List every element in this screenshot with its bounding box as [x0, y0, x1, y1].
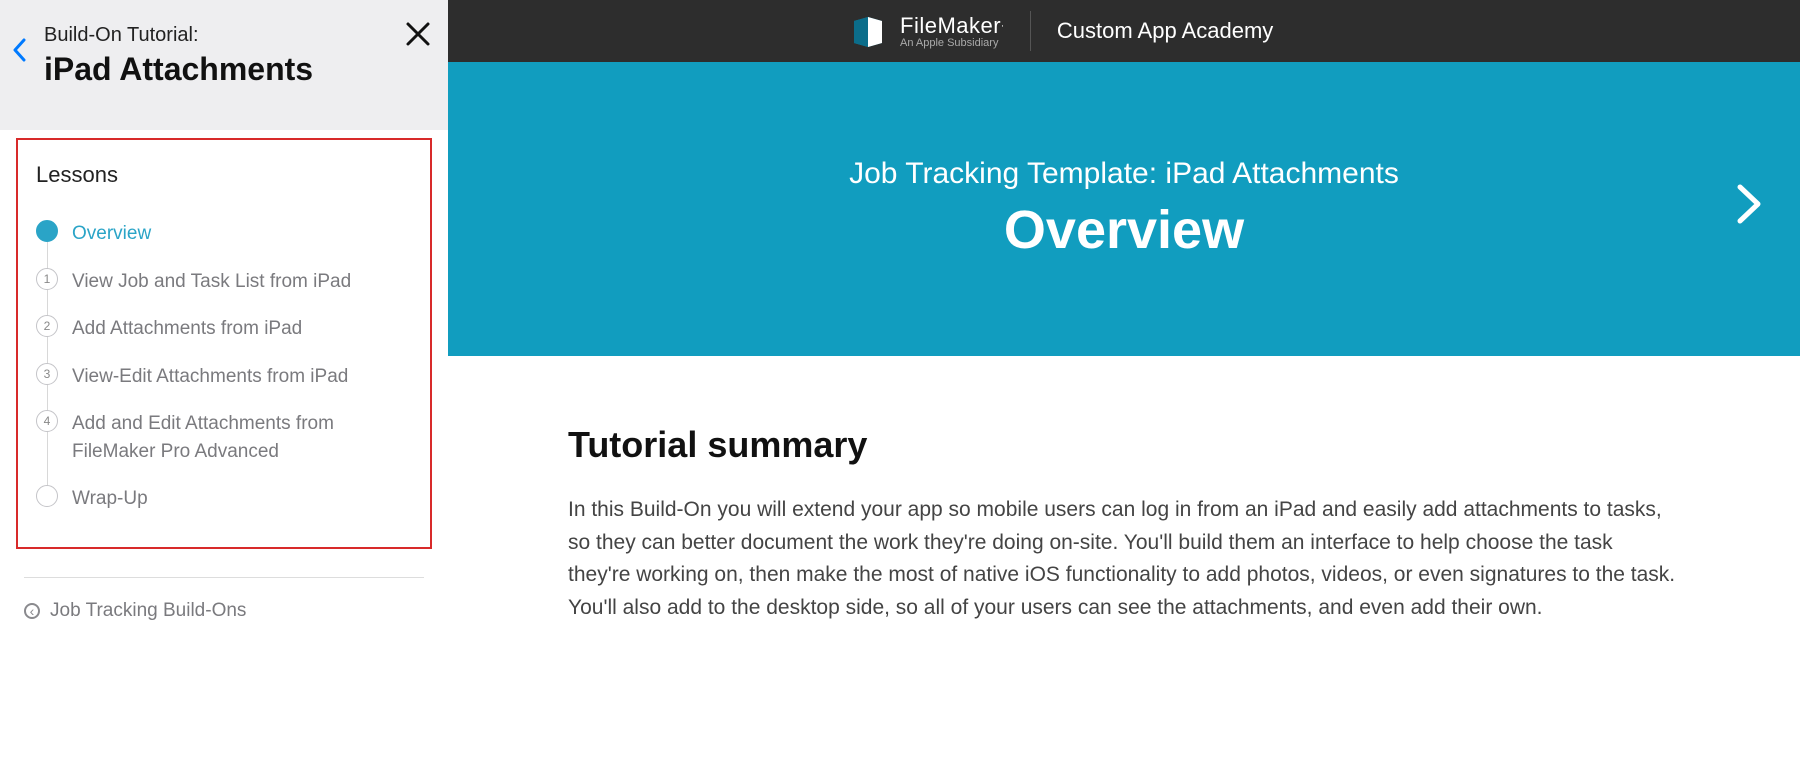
lesson-marker-number-icon: 3	[36, 363, 58, 385]
divider-vertical	[1030, 11, 1031, 51]
chevron-right-icon	[1736, 183, 1762, 225]
hero-subtitle: Job Tracking Template: iPad Attachments	[849, 157, 1399, 191]
lessons-box: Lessons Overview 1 View Job and Task Lis…	[16, 138, 432, 549]
next-lesson-button[interactable]	[1736, 183, 1762, 235]
lessons-heading: Lessons	[36, 162, 412, 188]
filemaker-logo-icon	[848, 11, 888, 51]
sidebar-body: Lessons Overview 1 View Job and Task Lis…	[0, 130, 448, 766]
lesson-label: Wrap-Up	[72, 485, 148, 513]
content-heading: Tutorial summary	[568, 424, 1680, 466]
lesson-marker-number-icon: 1	[36, 268, 58, 290]
footer-link-label: Job Tracking Build-Ons	[50, 600, 246, 622]
circle-back-icon	[24, 603, 40, 619]
lesson-marker-hollow-icon	[36, 485, 58, 507]
brand-name: FileMaker	[900, 13, 1001, 38]
lesson-label: Add Attachments from iPad	[72, 315, 302, 343]
lesson-item-2[interactable]: 2 Add Attachments from iPad	[36, 305, 412, 353]
lesson-item-1[interactable]: 1 View Job and Task List from iPad	[36, 258, 412, 306]
chevron-left-icon	[12, 38, 26, 62]
lesson-list: Overview 1 View Job and Task List from i…	[36, 210, 412, 523]
parent-build-ons-link[interactable]: Job Tracking Build-Ons	[16, 578, 432, 644]
sidebar-header: Build-On Tutorial: iPad Attachments	[0, 0, 448, 112]
brand-text: FileMaker. An Apple Subsidiary	[900, 13, 1004, 49]
topbar: FileMaker. An Apple Subsidiary Custom Ap…	[448, 0, 1800, 62]
back-button[interactable]	[12, 38, 26, 68]
close-button[interactable]	[404, 20, 432, 54]
content-area: Tutorial summary In this Build-On you wi…	[448, 356, 1800, 624]
content-body: In this Build-On you will extend your ap…	[568, 494, 1680, 624]
lesson-item-3[interactable]: 3 View-Edit Attachments from iPad	[36, 353, 412, 401]
brand-subtitle: An Apple Subsidiary	[900, 37, 1004, 49]
main-area: FileMaker. An Apple Subsidiary Custom Ap…	[448, 0, 1800, 766]
brand[interactable]: FileMaker. An Apple Subsidiary	[848, 11, 1004, 51]
academy-title[interactable]: Custom App Academy	[1057, 18, 1273, 44]
close-icon	[404, 20, 432, 48]
lesson-item-wrapup[interactable]: Wrap-Up	[36, 475, 412, 523]
hero-title: Overview	[1004, 199, 1244, 261]
lesson-label: View Job and Task List from iPad	[72, 268, 351, 296]
tutorial-category: Build-On Tutorial:	[44, 24, 428, 47]
lesson-label: Overview	[72, 220, 151, 248]
lesson-marker-number-icon: 4	[36, 410, 58, 432]
lesson-item-4[interactable]: 4 Add and Edit Attachments from FileMake…	[36, 400, 412, 475]
lesson-marker-number-icon: 2	[36, 315, 58, 337]
sidebar: Build-On Tutorial: iPad Attachments Less…	[0, 0, 448, 766]
hero-banner: Job Tracking Template: iPad Attachments …	[448, 62, 1800, 356]
lesson-label: Add and Edit Attachments from FileMaker …	[72, 410, 372, 465]
lesson-item-overview[interactable]: Overview	[36, 210, 412, 258]
lesson-marker-dot-icon	[36, 220, 58, 242]
tutorial-title: iPad Attachments	[44, 51, 428, 88]
lesson-label: View-Edit Attachments from iPad	[72, 363, 348, 391]
